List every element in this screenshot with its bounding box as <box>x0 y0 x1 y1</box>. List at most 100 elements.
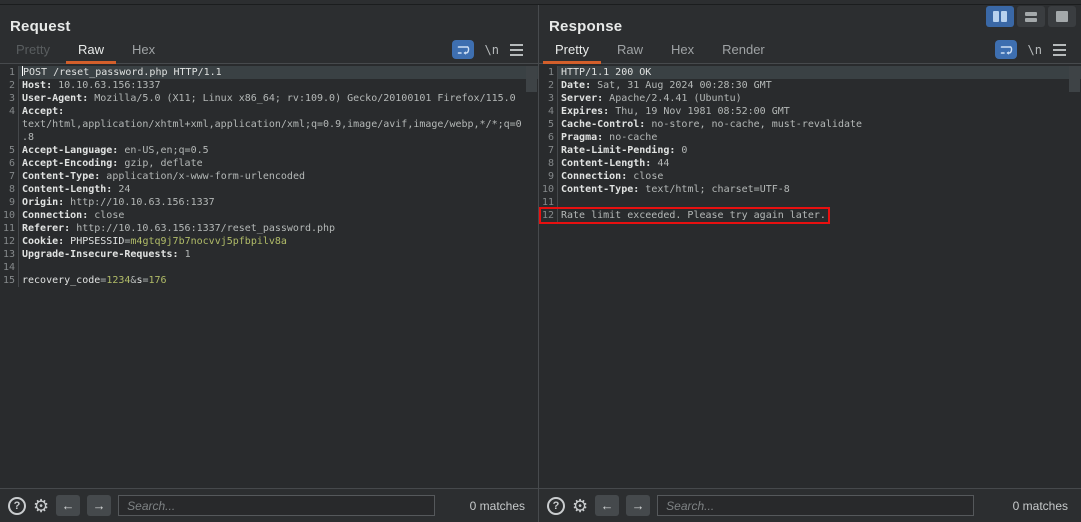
editor-line[interactable]: 1HTTP/1.1 200 OK <box>539 66 1081 79</box>
single-panel-layout-button[interactable] <box>1048 6 1076 27</box>
tab-render[interactable]: Render <box>708 36 779 63</box>
editor-line[interactable]: 10Connection: close <box>0 209 538 222</box>
editor-line[interactable]: 4Expires: Thu, 19 Nov 1981 08:52:00 GMT <box>539 105 1081 118</box>
line-content[interactable]: Expires: Thu, 19 Nov 1981 08:52:00 GMT <box>557 105 1081 118</box>
previous-match-button[interactable]: ← <box>595 495 619 516</box>
line-content[interactable]: Date: Sat, 31 Aug 2024 00:28:30 GMT <box>557 79 1081 92</box>
previous-match-button[interactable]: ← <box>56 495 80 516</box>
line-content[interactable]: User-Agent: Mozilla/5.0 (X11; Linux x86_… <box>18 92 538 105</box>
tab-raw[interactable]: Raw <box>603 36 657 63</box>
tab-hex[interactable]: Hex <box>118 36 169 63</box>
editor-line[interactable]: 6Accept-Encoding: gzip, deflate <box>0 157 538 170</box>
token: Content-Length: <box>22 184 112 195</box>
help-icon[interactable]: ? <box>8 497 26 515</box>
editor-line[interactable]: 13Upgrade-Insecure-Requests: 1 <box>0 248 538 261</box>
request-scrollbar-thumb[interactable] <box>526 66 537 92</box>
line-content[interactable]: Origin: http://10.10.63.156:1337 <box>18 196 538 209</box>
editor-menu-icon[interactable] <box>510 44 523 56</box>
editor-line[interactable]: 5Accept-Language: en-US,en;q=0.5 <box>0 144 538 157</box>
line-content[interactable]: Cache-Control: no-store, no-cache, must-… <box>557 118 1081 131</box>
line-content[interactable]: Content-Length: 24 <box>18 183 538 196</box>
line-content[interactable] <box>18 261 538 274</box>
editor-line[interactable]: 7Content-Type: application/x-www-form-ur… <box>0 170 538 183</box>
line-content[interactable]: Content-Type: text/html; charset=UTF-8 <box>557 183 1081 196</box>
line-content[interactable]: .8 <box>18 131 538 144</box>
tab-hex[interactable]: Hex <box>657 36 708 63</box>
line-content[interactable]: Referer: http://10.10.63.156:1337/reset_… <box>18 222 538 235</box>
line-number: 12 <box>0 235 18 248</box>
response-scrollbar[interactable] <box>1068 64 1081 488</box>
panel-splitter[interactable] <box>538 5 539 522</box>
line-content[interactable]: Connection: close <box>557 170 1081 183</box>
editor-line[interactable]: 12Rate limit exceeded. Please try again … <box>539 209 1081 222</box>
editor-line[interactable]: 9Origin: http://10.10.63.156:1337 <box>0 196 538 209</box>
token: Sat, 31 Aug 2024 00:28:30 GMT <box>591 80 772 91</box>
line-content[interactable]: HTTP/1.1 200 OK <box>557 66 1081 79</box>
editor-line[interactable]: 10Content-Type: text/html; charset=UTF-8 <box>539 183 1081 196</box>
request-search-input[interactable] <box>118 495 435 516</box>
editor-line[interactable]: 15recovery_code=1234&s=176 <box>0 274 538 287</box>
editor-menu-icon[interactable] <box>1053 44 1066 56</box>
line-content[interactable]: Upgrade-Insecure-Requests: 1 <box>18 248 538 261</box>
soft-wrap-button[interactable] <box>995 40 1017 59</box>
editor-line[interactable]: 1POST /reset_password.php HTTP/1.1 <box>0 66 538 79</box>
response-search-input[interactable] <box>657 495 974 516</box>
search-settings-gear-icon[interactable]: ⚙ <box>572 497 588 515</box>
editor-line[interactable]: 6Pragma: no-cache <box>539 131 1081 144</box>
line-content[interactable]: Accept: <box>18 105 538 118</box>
editor-line[interactable]: 9Connection: close <box>539 170 1081 183</box>
search-settings-gear-icon[interactable]: ⚙ <box>33 497 49 515</box>
line-content[interactable]: recovery_code=1234&s=176 <box>18 274 538 287</box>
newline-toggle[interactable]: \n <box>485 43 499 57</box>
editor-line[interactable]: 2Date: Sat, 31 Aug 2024 00:28:30 GMT <box>539 79 1081 92</box>
token: Server: <box>561 93 603 104</box>
line-content[interactable]: Accept-Encoding: gzip, deflate <box>18 157 538 170</box>
line-number: 6 <box>0 157 18 170</box>
editor-line[interactable]: 11 <box>539 196 1081 209</box>
help-icon[interactable]: ? <box>547 497 565 515</box>
next-match-button[interactable]: → <box>87 495 111 516</box>
line-content[interactable]: Accept-Language: en-US,en;q=0.5 <box>18 144 538 157</box>
line-content[interactable]: text/html,application/xhtml+xml,applicat… <box>18 118 538 131</box>
editor-line[interactable]: 8Content-Length: 44 <box>539 157 1081 170</box>
line-content[interactable]: Content-Type: application/x-www-form-url… <box>18 170 538 183</box>
line-content[interactable]: Rate-Limit-Pending: 0 <box>557 144 1081 157</box>
line-content[interactable]: Cookie: PHPSESSID=m4gtq9j7b7nocvvj5pfbpi… <box>18 235 538 248</box>
token: 24 <box>112 184 130 195</box>
line-content[interactable]: POST /reset_password.php HTTP/1.1 <box>18 66 538 79</box>
editor-line[interactable]: text/html,application/xhtml+xml,applicat… <box>0 118 538 131</box>
line-content[interactable]: Rate limit exceeded. Please try again la… <box>557 209 1081 222</box>
editor-line[interactable]: 11Referer: http://10.10.63.156:1337/rese… <box>0 222 538 235</box>
next-match-button[interactable]: → <box>626 495 650 516</box>
editor-line[interactable]: 3User-Agent: Mozilla/5.0 (X11; Linux x86… <box>0 92 538 105</box>
side-by-side-layout-button[interactable] <box>986 6 1014 27</box>
editor-line[interactable]: 3Server: Apache/2.4.41 (Ubuntu) <box>539 92 1081 105</box>
tab-pretty[interactable]: Pretty <box>541 36 603 63</box>
editor-line[interactable]: 7Rate-Limit-Pending: 0 <box>539 144 1081 157</box>
request-scrollbar[interactable] <box>525 64 538 488</box>
editor-line[interactable]: 14 <box>0 261 538 274</box>
line-number: 3 <box>0 92 18 105</box>
response-editor[interactable]: 1HTTP/1.1 200 OK2Date: Sat, 31 Aug 2024 … <box>539 64 1081 488</box>
editor-line[interactable]: 12Cookie: PHPSESSID=m4gtq9j7b7nocvvj5pfb… <box>0 235 538 248</box>
request-editor[interactable]: 1POST /reset_password.php HTTP/1.12Host:… <box>0 64 538 488</box>
editor-line[interactable]: .8 <box>0 131 538 144</box>
response-scrollbar-thumb[interactable] <box>1069 66 1080 92</box>
line-content[interactable]: Pragma: no-cache <box>557 131 1081 144</box>
editor-line[interactable]: 5Cache-Control: no-store, no-cache, must… <box>539 118 1081 131</box>
editor-line[interactable]: 4Accept: <box>0 105 538 118</box>
tab-raw[interactable]: Raw <box>64 36 118 63</box>
token: http://10.10.63.156:1337/reset_password.… <box>70 223 335 234</box>
line-content[interactable]: Connection: close <box>18 209 538 222</box>
line-content[interactable]: Content-Length: 44 <box>557 157 1081 170</box>
soft-wrap-button[interactable] <box>452 40 474 59</box>
line-number: 2 <box>0 79 18 92</box>
response-editor-toolbar: \n <box>995 36 1081 63</box>
line-content[interactable]: Server: Apache/2.4.41 (Ubuntu) <box>557 92 1081 105</box>
editor-line[interactable]: 8Content-Length: 24 <box>0 183 538 196</box>
newline-toggle[interactable]: \n <box>1028 43 1042 57</box>
line-content[interactable]: Host: 10.10.63.156:1337 <box>18 79 538 92</box>
stacked-layout-button[interactable] <box>1017 6 1045 27</box>
line-content[interactable] <box>557 196 1081 209</box>
editor-line[interactable]: 2Host: 10.10.63.156:1337 <box>0 79 538 92</box>
